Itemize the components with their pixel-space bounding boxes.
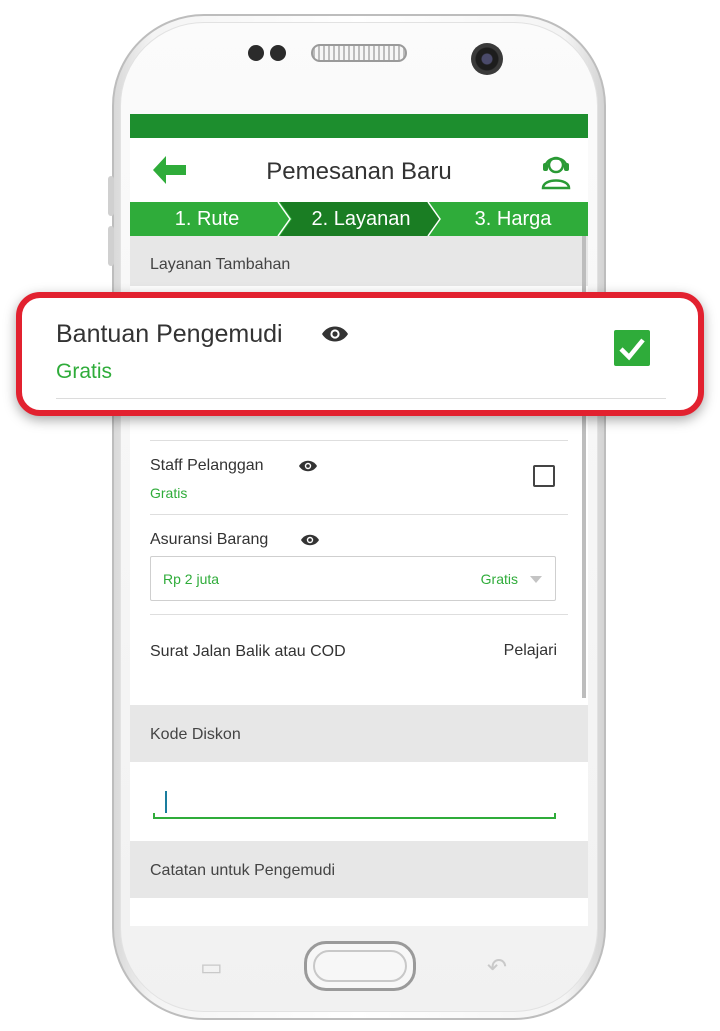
highlight-callout: Bantuan Pengemudi Gratis: [16, 292, 704, 416]
volume-button: [108, 176, 114, 216]
step-harga[interactable]: 3. Harga: [438, 202, 588, 236]
step-rute[interactable]: 1. Rute: [130, 202, 284, 236]
divider: [150, 440, 568, 441]
app-header: Pemesanan Baru: [130, 138, 588, 202]
step-layanan[interactable]: 2. Layanan: [286, 202, 436, 236]
step-indicator: 1. Rute 2. Layanan 3. Harga: [130, 202, 588, 236]
eye-icon[interactable]: [321, 324, 349, 344]
section-label-notes: Catatan untuk Pengemudi: [150, 862, 336, 879]
checkmark-icon: [619, 338, 645, 361]
section-label-discount: Kode Diskon: [150, 726, 241, 743]
recent-apps-icon[interactable]: ▭: [200, 953, 223, 981]
input-underline: [153, 813, 556, 819]
customer-staff-title: Staff Pelanggan: [150, 457, 264, 474]
volume-button-lower: [108, 226, 114, 266]
driver-help-title: Bantuan Pengemudi: [56, 320, 283, 348]
insurance-select-price: Gratis: [480, 571, 518, 587]
insurance-select-value: Rp 2 juta: [163, 571, 220, 587]
learn-more-link[interactable]: Pelajari: [504, 642, 557, 660]
page-title: Pemesanan Baru: [266, 158, 452, 185]
sensor-dot: [270, 45, 286, 61]
discount-code-input[interactable]: [153, 791, 556, 819]
sensor-dot: [248, 45, 264, 61]
support-button[interactable]: [538, 150, 574, 190]
eye-icon[interactable]: [298, 459, 318, 473]
divider: [56, 398, 666, 399]
section-header-discount: Kode Diskon: [130, 705, 588, 762]
front-camera: [471, 43, 503, 75]
app-screen: Pemesanan Baru 1. Rute 2. Layanan 3. Har…: [130, 114, 588, 926]
status-bar: [130, 114, 588, 138]
section-header-notes: Catatan untuk Pengemudi: [130, 841, 588, 898]
divider: [150, 614, 568, 615]
divider: [150, 514, 568, 515]
return-doc-title: Surat Jalan Balik atau COD: [150, 643, 346, 660]
eye-icon[interactable]: [300, 533, 320, 547]
driver-help-price: Gratis: [56, 360, 113, 383]
chevron-down-icon: [530, 576, 542, 583]
section-label-additional: Layanan Tambahan: [150, 256, 291, 273]
customer-staff-checkbox[interactable]: [533, 465, 555, 487]
earpiece-speaker: [311, 44, 407, 62]
text-cursor: [165, 791, 167, 813]
insurance-select[interactable]: Rp 2 juta Gratis: [150, 556, 556, 601]
section-header-additional: Layanan Tambahan: [130, 236, 588, 286]
home-button[interactable]: [304, 941, 416, 991]
back-nav-icon[interactable]: ↶: [487, 953, 507, 981]
customer-staff-price: Gratis: [150, 485, 188, 501]
driver-help-checkbox[interactable]: [614, 330, 650, 366]
goods-insurance-title: Asuransi Barang: [150, 531, 269, 548]
headset-agent-icon: [541, 156, 571, 190]
